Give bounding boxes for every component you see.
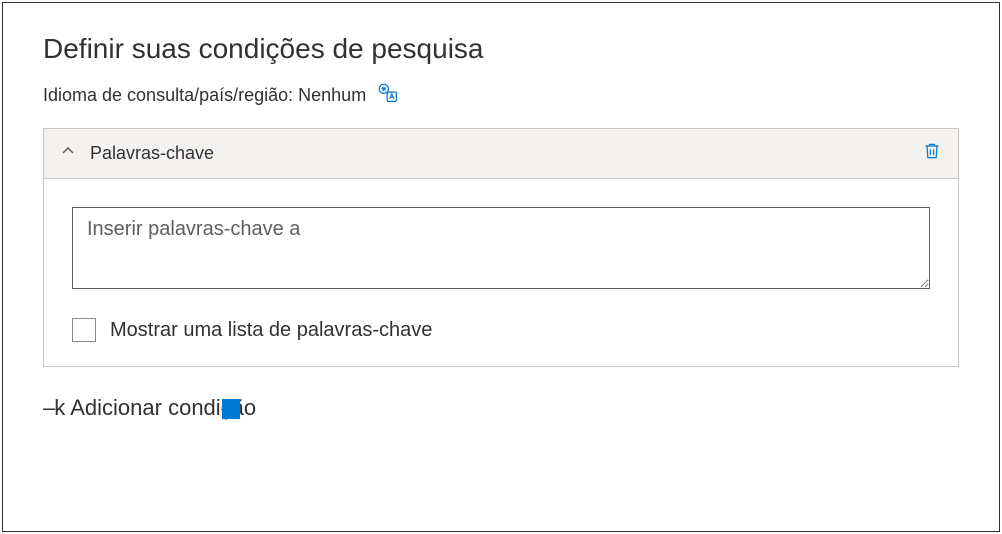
keywords-section: Palavras-chave Mostrar uma lista de pala…: [43, 128, 959, 367]
keywords-title: Palavras-chave: [90, 143, 908, 164]
keywords-input[interactable]: [72, 207, 930, 289]
language-region-row: Idioma de consulta/país/região: Nenhum: [43, 83, 959, 108]
chevron-up-icon: [60, 143, 76, 164]
keywords-body: Mostrar uma lista de palavras-chave: [44, 179, 958, 366]
show-keyword-list-checkbox[interactable]: [72, 318, 96, 342]
language-region-label: Idioma de consulta/país/região: Nenhum: [43, 85, 366, 106]
page-title: Definir suas condições de pesquisa: [43, 33, 959, 65]
translate-icon[interactable]: [378, 83, 398, 108]
cursor-marker-icon: [222, 399, 240, 419]
show-keyword-list-label: Mostrar uma lista de palavras-chave: [110, 319, 432, 342]
add-condition-label: Adicionar condição: [70, 395, 256, 421]
keywords-header[interactable]: Palavras-chave: [44, 129, 958, 179]
show-keyword-list-row: Mostrar uma lista de palavras-chave: [72, 318, 930, 342]
delete-icon[interactable]: [922, 141, 942, 166]
add-condition-button[interactable]: –k Adicionar condição: [43, 395, 959, 421]
add-condition-prefix: –k: [43, 395, 64, 421]
